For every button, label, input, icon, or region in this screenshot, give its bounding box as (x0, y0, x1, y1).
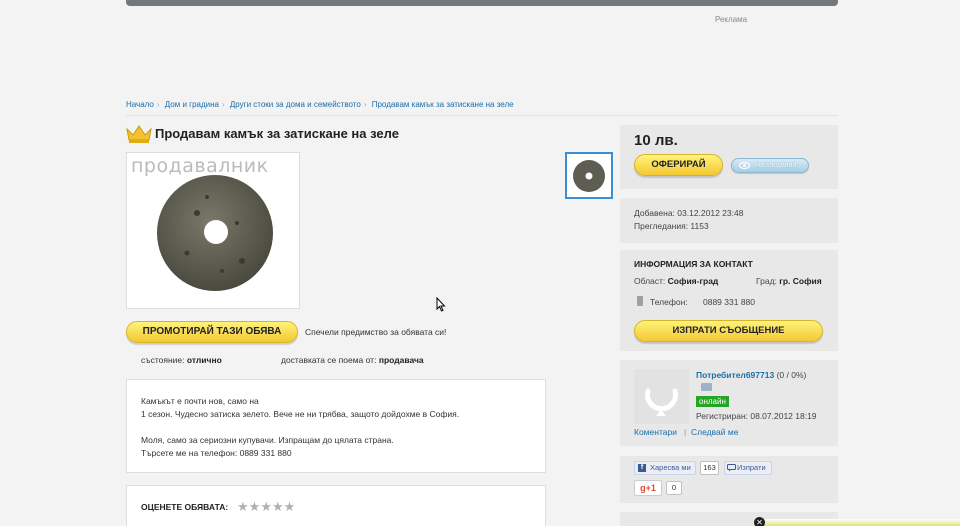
share-label: Изпрати (737, 463, 766, 472)
mouse-cursor-icon (436, 297, 446, 312)
views-count: Прегледания: 1153 (634, 221, 709, 231)
watch-label: Наблюдавай (755, 162, 797, 169)
like-label: Харесва ми (650, 463, 691, 472)
eye-icon (739, 162, 750, 169)
region-label: Област: (634, 276, 666, 286)
stone-thumbnail-image (573, 160, 605, 192)
link-separator: | (684, 427, 687, 437)
photo-thumbnail[interactable] (565, 152, 613, 199)
description-line: Камъкът е почти нов, само на (141, 396, 259, 406)
price-panel: 10 лв. ОФЕРИРАЙ Наблюдавай (620, 125, 838, 189)
offer-button[interactable]: ОФЕРИРАЙ (634, 154, 723, 176)
share-button[interactable]: Изпрати (724, 461, 772, 475)
rating-stars: ★★★★★ (237, 498, 295, 516)
description-box: Камъкът е почти нов, само на 1 сезон. Чу… (126, 379, 546, 473)
delivery-label: доставката се поема от: (281, 355, 377, 365)
breadcrumb-other-goods[interactable]: Други стоки за дома и семейството (230, 100, 361, 109)
delivery-info: доставката се поема от: продавача (281, 355, 424, 365)
star-icon[interactable]: ★ (237, 499, 249, 515)
bottom-ad-strip (760, 519, 960, 526)
description-line: Моля, само за сериозни купувачи. Изпраща… (141, 435, 394, 445)
breadcrumb-home-garden[interactable]: Дом и градина (165, 100, 219, 109)
seller-username-link[interactable]: Потребител697713 (696, 370, 774, 380)
avatar[interactable] (634, 369, 689, 424)
condition-value: отлично (186, 355, 222, 365)
region-info: Област: София-град (634, 276, 718, 286)
facebook-icon: f (638, 464, 646, 472)
star-icon[interactable]: ★ (260, 499, 272, 515)
watch-button[interactable]: Наблюдавай (731, 158, 809, 173)
breadcrumb-home[interactable]: Начало (126, 100, 154, 109)
like-count: 163 (700, 461, 719, 475)
description-line: 1 сезон. Чудесно затиска зелето. Вече не… (141, 409, 460, 419)
contact-title: ИНФОРМАЦИЯ ЗА КОНТАКТ (634, 259, 753, 269)
phone-icon (637, 296, 643, 306)
briefcase-icon (701, 383, 712, 391)
star-icon[interactable]: ★ (249, 499, 261, 515)
gplus-count: 0 (666, 481, 682, 495)
speech-bubble-icon (727, 464, 736, 472)
rating-box: ОЦЕНЕТЕ ОБЯВАТА: ★★★★★ (126, 485, 546, 526)
seller-name-line: Потребител697713 (0 / 0%) (696, 370, 806, 380)
price: 10 лв. (634, 132, 678, 149)
stats-panel: Добавена: 03.12.2012 23:48 Прегледания: … (620, 198, 838, 243)
promote-hint: Спечели предимство за обявата си! (305, 327, 447, 337)
rate-label: ОЦЕНЕТЕ ОБЯВАТА: (141, 502, 229, 512)
description-line (141, 421, 531, 434)
gplus-label: +1 (645, 483, 656, 493)
listing-title: Продавам камък за затискане на зеле (155, 126, 399, 141)
city-value: гр. София (779, 276, 822, 286)
comments-link[interactable]: Коментари (634, 427, 677, 437)
seller-panel: Потребител697713 (0 / 0%) онлайн Регистр… (620, 360, 838, 446)
star-icon[interactable]: ★ (284, 499, 296, 515)
breadcrumb-current[interactable]: Продавам камък за затискане на зеле (372, 100, 514, 109)
default-avatar-icon (645, 388, 678, 416)
close-icon[interactable]: ✕ (754, 517, 765, 526)
crown-icon (126, 125, 152, 143)
city-label: Град: (756, 276, 777, 286)
top-header-bar (126, 0, 838, 6)
breadcrumb: Начало › Дом и градина › Други стоки за до… (126, 100, 838, 116)
facebook-like-button[interactable]: f Харесва ми (634, 461, 696, 475)
condition-label: състояние: (141, 355, 185, 365)
delivery-value: продавача (378, 355, 424, 365)
ad-label: Реклама (715, 15, 748, 24)
region-value: София-град (667, 276, 719, 286)
phone-label: Телефон: (650, 297, 688, 307)
online-status-badge: онлайн (696, 396, 729, 407)
follow-link[interactable]: Следвай ме (691, 427, 738, 437)
phone-value[interactable]: 0889 331 880 (703, 297, 755, 307)
condition-info: състояние: отлично (141, 355, 222, 365)
social-panel: f Харесва ми 163 Изпрати g+1 0 (620, 456, 838, 503)
send-message-button[interactable]: ИЗПРАТИ СЪОБЩЕНИЕ (634, 320, 823, 342)
breadcrumb-separator: › (156, 100, 160, 109)
main-product-photo[interactable]: продавалник (126, 152, 300, 309)
seller-score: (0 / 0%) (776, 370, 807, 380)
promote-listing-button[interactable]: ПРОМОТИРАЙ ТАЗИ ОБЯВА (126, 321, 298, 343)
date-added: Добавена: 03.12.2012 23:48 (634, 208, 744, 218)
city-info: Град: гр. София (756, 276, 822, 286)
seller-registered: Регистриран: 08.07.2012 18:19 (696, 411, 817, 421)
description-line: Търсете ме на телефон: 0889 331 880 (141, 448, 292, 458)
contact-panel: ИНФОРМАЦИЯ ЗА КОНТАКТ Област: София-град… (620, 250, 838, 351)
stone-image (157, 175, 273, 291)
breadcrumb-separator: › (221, 100, 225, 109)
star-icon[interactable]: ★ (272, 499, 284, 515)
breadcrumb-separator: › (363, 100, 367, 109)
google-plus-button[interactable]: g+1 (634, 480, 662, 496)
